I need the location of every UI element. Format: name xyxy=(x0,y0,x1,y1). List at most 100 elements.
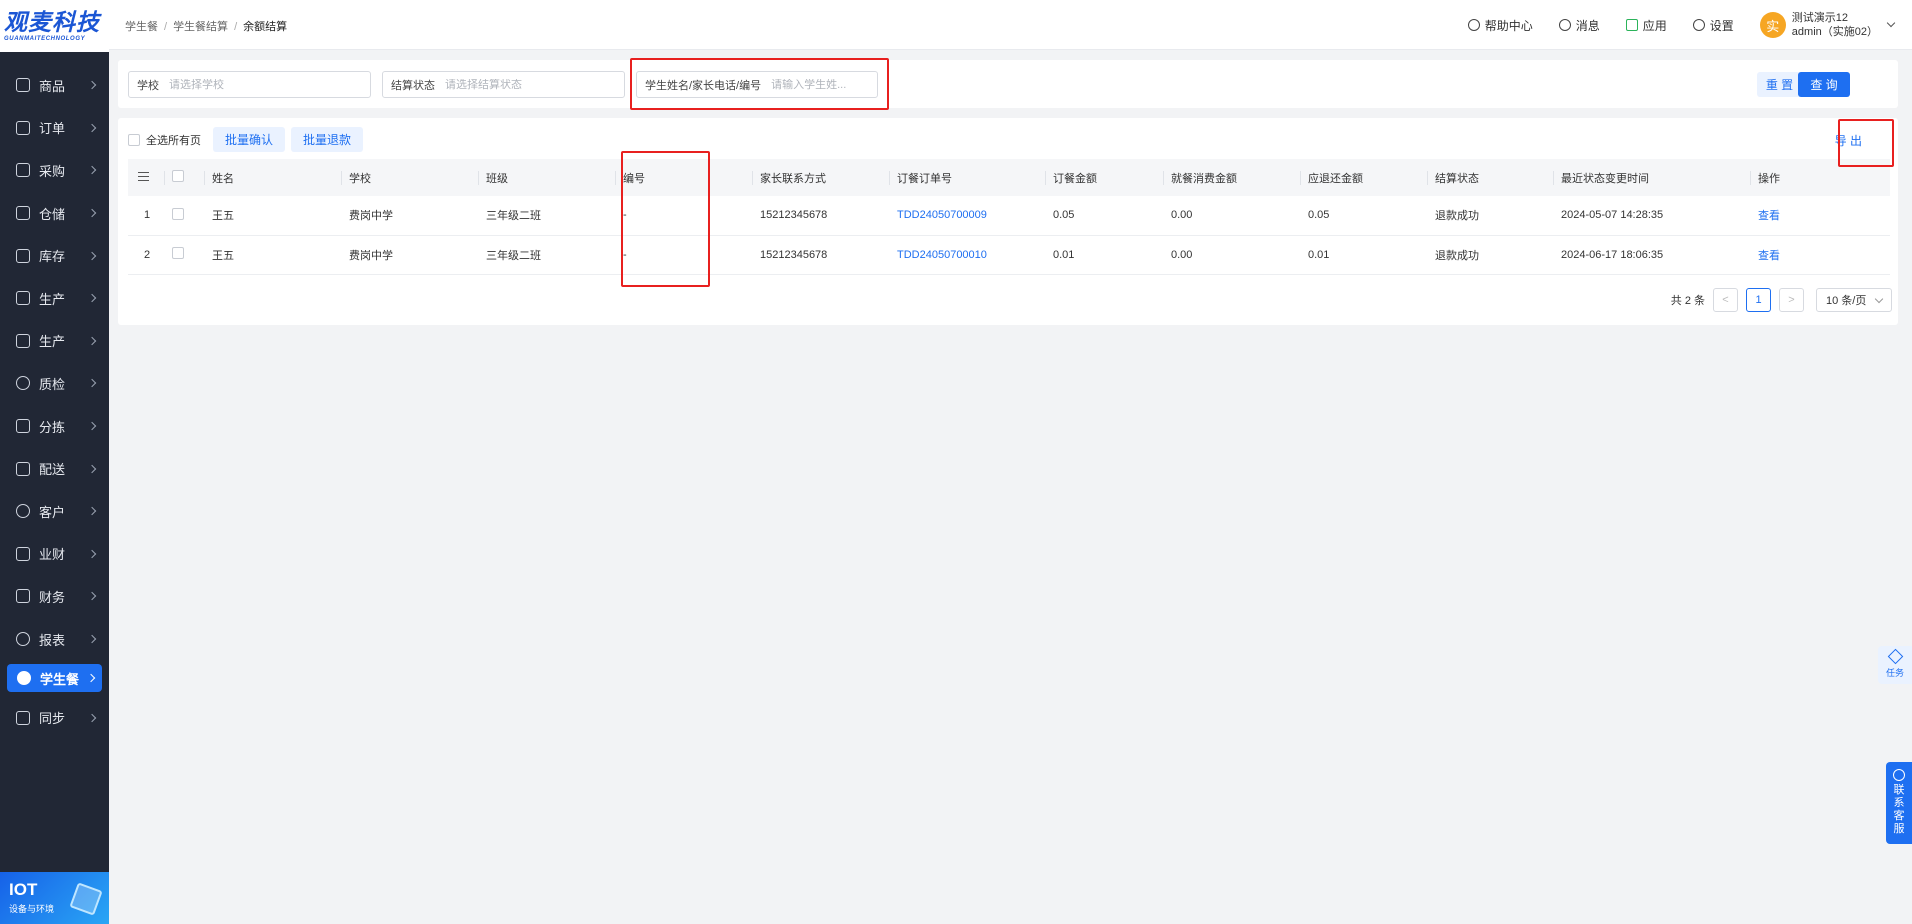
sidebar-item-label: 同步 xyxy=(39,711,66,727)
cell-class: 三年级二班 xyxy=(486,210,541,223)
pie-icon xyxy=(16,632,30,647)
chevron-right-icon xyxy=(87,166,97,175)
cell-consumed: 0.00 xyxy=(1171,248,1193,261)
order-number-link[interactable]: TDD24050700010 xyxy=(889,235,1045,274)
download-icon xyxy=(1625,19,1638,31)
gear-icon xyxy=(1692,19,1705,31)
select-all-checkbox[interactable] xyxy=(172,170,184,182)
view-link[interactable]: 查看 xyxy=(1750,196,1890,235)
column-settings-icon xyxy=(138,171,149,181)
sidebar-item-reports[interactable]: 报表 xyxy=(0,618,109,661)
sidebar-item-sync[interactable]: 同步 xyxy=(0,696,109,739)
sidebar-item-orders[interactable]: 订单 xyxy=(0,107,109,150)
student-search-input[interactable] xyxy=(771,78,862,91)
sidebar-item-label: 生产 xyxy=(39,334,66,350)
breadcrumb-current: 余额结算 xyxy=(243,21,288,33)
column-header: 订餐订单号 xyxy=(889,159,1045,196)
apps-button[interactable]: 应用 xyxy=(1625,17,1667,34)
school-filter[interactable]: 学校 xyxy=(128,71,371,98)
sidebar-item-delivery[interactable]: 配送 xyxy=(0,447,109,490)
page-number-current[interactable]: 1 xyxy=(1746,288,1771,312)
school-select[interactable] xyxy=(169,78,289,91)
sidebar-item-purchase[interactable]: 采购 xyxy=(0,149,109,192)
row-index: 2 xyxy=(144,248,151,261)
status-select[interactable] xyxy=(445,78,565,91)
cell-code: - xyxy=(623,248,627,261)
batch-refund-button[interactable]: 批量退款 xyxy=(291,127,364,152)
breadcrumb-separator: / xyxy=(164,21,168,33)
sidebar-item-label: 学生餐 xyxy=(40,671,80,687)
cloud-icon xyxy=(17,671,31,686)
student-filter-label: 学生姓名/家长电话/编号 xyxy=(645,79,762,92)
cell-school: 费岗中学 xyxy=(349,249,393,262)
sidebar-item-student-meal[interactable]: 学生餐 xyxy=(7,664,102,693)
row-checkbox[interactable] xyxy=(172,207,184,220)
column-header: 家长联系方式 xyxy=(752,159,889,196)
user-menu[interactable]: 实 测试演示12 admin（实施02） xyxy=(1759,11,1896,39)
sidebar-item-production-2[interactable]: 生产 xyxy=(0,320,109,363)
next-page-button[interactable]: > xyxy=(1779,288,1804,312)
task-label: 任务 xyxy=(1885,668,1904,678)
chevron-right-icon xyxy=(87,713,97,722)
row-checkbox[interactable] xyxy=(172,247,184,259)
messages-button[interactable]: 消息 xyxy=(1558,17,1600,34)
settings-button[interactable]: 设置 xyxy=(1692,17,1734,34)
cell-refund: 0.01 xyxy=(1308,248,1330,261)
sidebar-item-business-finance[interactable]: 业财 xyxy=(0,533,109,576)
cell-amount: 0.05 xyxy=(1053,209,1075,222)
batch-confirm-button[interactable]: 批量确认 xyxy=(213,127,286,152)
sidebar-item-production[interactable]: 生产 xyxy=(0,277,109,320)
row-checkbox-cell xyxy=(164,235,204,274)
column-settings[interactable] xyxy=(128,159,164,196)
order-number-link[interactable]: TDD24050700009 xyxy=(889,196,1045,235)
user-account: admin（实施02） xyxy=(1791,26,1878,38)
customer-service-button[interactable]: 联 系 客 服 xyxy=(1886,762,1912,844)
sidebar-item-label: 业财 xyxy=(39,547,66,563)
column-header: 编号 xyxy=(615,159,752,196)
export-button[interactable]: 导 出 xyxy=(1835,132,1862,149)
sidebar-item-label: 采购 xyxy=(39,163,66,179)
cell-status: 退款成功 xyxy=(1435,249,1479,262)
select-all-pages-label: 全选所有页 xyxy=(146,134,201,147)
layers-icon xyxy=(1887,648,1903,665)
basket-icon xyxy=(16,163,30,178)
page-size-select[interactable]: 10 条/页 xyxy=(1816,288,1892,312)
truck-icon xyxy=(16,461,30,476)
view-link[interactable]: 查看 xyxy=(1750,235,1890,274)
chevron-right-icon xyxy=(87,251,97,260)
student-filter[interactable]: 学生姓名/家长电话/编号 xyxy=(636,71,878,98)
logo[interactable]: 观麦科技 GUANMAITECHNOLOGY xyxy=(0,0,109,52)
sidebar-item-quality[interactable]: 质检 xyxy=(0,362,109,405)
breadcrumb-item[interactable]: 学生餐 xyxy=(125,21,158,33)
reset-button[interactable]: 重 置 xyxy=(1757,72,1802,97)
table-header-row: 姓名 学校 班级 编号 家长联系方式 订餐订单号 订餐金额 就餐消费金额 应退还… xyxy=(128,159,1890,196)
sidebar-item-customers[interactable]: 客户 xyxy=(0,490,109,533)
sidebar-item-goods[interactable]: 商品 xyxy=(0,64,109,107)
service-char: 系 xyxy=(1893,797,1905,809)
chevron-right-icon xyxy=(87,464,97,473)
sidebar-item-inventory[interactable]: 库存 xyxy=(0,234,109,277)
row-index: 1 xyxy=(144,209,151,222)
breadcrumb-item[interactable]: 学生餐结算 xyxy=(173,21,228,33)
sync-icon xyxy=(16,710,30,725)
status-filter[interactable]: 结算状态 xyxy=(382,71,625,98)
help-center-button[interactable]: 帮助中心 xyxy=(1467,17,1533,34)
inventory-icon xyxy=(16,248,30,263)
sidebar-item-label: 配送 xyxy=(39,462,66,478)
sidebar-item-warehouse[interactable]: 仓储 xyxy=(0,192,109,235)
filter-bar: 学校 结算状态 学生姓名/家长电话/编号 重 置 查 询 xyxy=(118,60,1898,108)
cell-time: 2024-06-17 18:06:35 xyxy=(1561,248,1664,261)
table-row: 1 王五 费岗中学 三年级二班 - 15212345678 TDD2405070… xyxy=(128,196,1890,235)
prev-page-button[interactable]: < xyxy=(1713,288,1738,312)
cell-amount: 0.01 xyxy=(1053,248,1075,261)
iot-banner[interactable]: IOT 设备与环境 xyxy=(0,872,109,924)
chevron-right-icon xyxy=(87,379,97,388)
column-header: 最近状态变更时间 xyxy=(1553,159,1750,196)
task-float-button[interactable]: 任务 xyxy=(1878,646,1912,684)
select-all-pages-checkbox[interactable] xyxy=(128,133,140,146)
user-icon xyxy=(16,504,30,519)
sidebar-item-finance[interactable]: 财务 xyxy=(0,575,109,618)
query-button[interactable]: 查 询 xyxy=(1798,72,1850,97)
logo-subtext: GUANMAITECHNOLOGY xyxy=(4,35,86,42)
sidebar-item-sorting[interactable]: 分拣 xyxy=(0,405,109,448)
